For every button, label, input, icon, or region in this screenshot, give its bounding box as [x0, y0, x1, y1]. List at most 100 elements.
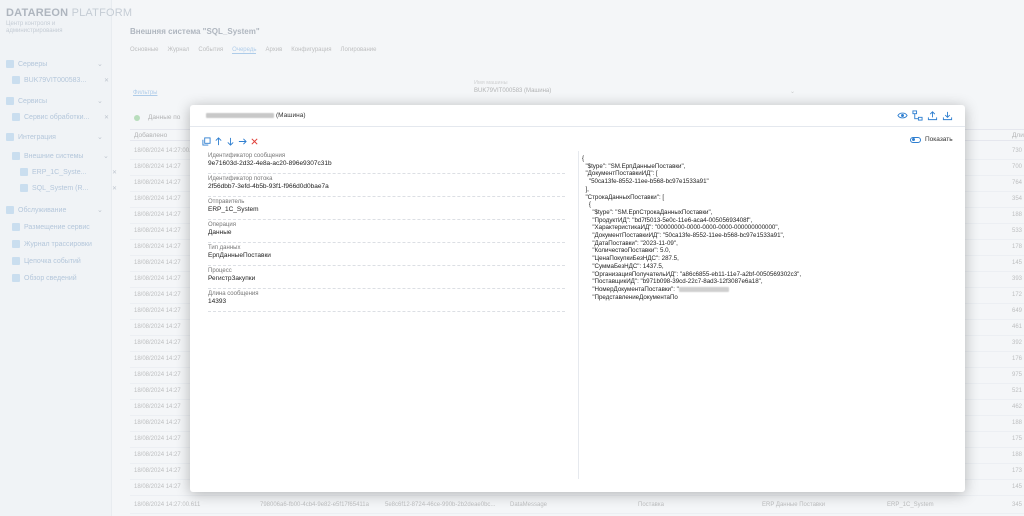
sidebar-group-servers[interactable]: Серверы ⌄: [6, 58, 103, 70]
system-icon: [20, 184, 28, 192]
tab-archive[interactable]: Архив: [265, 47, 282, 54]
sidebar-group-integration[interactable]: Интеграция ⌄: [6, 131, 103, 143]
row-date: 18/08/2024 14:27: [134, 484, 181, 490]
sidebar-group-maintenance[interactable]: Обслуживание ⌄: [6, 204, 103, 216]
services-icon: [6, 97, 14, 105]
json-line: "КоличествоПоставки": 5.0,: [582, 247, 671, 255]
arrow-down-icon[interactable]: [226, 137, 235, 146]
row-date: 18/08/2024 14:27: [134, 468, 181, 474]
row-date: 18/08/2024 14:27: [134, 212, 181, 218]
sidebar-item-service[interactable]: Сервис обработки... ✕: [12, 111, 109, 123]
row-date: 18/08/2024 14:27: [134, 324, 181, 330]
arrow-up-icon[interactable]: [214, 137, 223, 146]
sidebar-group-services[interactable]: Сервисы ⌄: [6, 95, 103, 107]
status-dot-icon: [134, 115, 140, 121]
sidebar-group-external-systems[interactable]: Внешние системы ⌄: [12, 150, 109, 162]
row-date: 18/08/2024 14:27: [134, 340, 181, 346]
sidebar-item-placement[interactable]: Размещение сервис: [12, 221, 90, 233]
tree-icon[interactable]: [912, 110, 923, 121]
service-icon: [12, 113, 20, 121]
chevron-down-icon: ⌄: [97, 207, 103, 214]
json-line: "ДокументПоставкиИД": "50ca13fe-8552-11e…: [582, 232, 785, 240]
json-line: "ПродуктИД": "bd7f5013-5e0c-11e6-aca4-00…: [582, 216, 753, 224]
brand-logo: DATAREON PLATFORM: [6, 7, 133, 19]
redacted-machine-name: [206, 112, 274, 118]
json-line: {: [582, 155, 585, 162]
filters-link[interactable]: Фильтры: [133, 90, 157, 96]
dialog-header-actions: [897, 110, 953, 121]
tab-journal[interactable]: Журнал: [167, 47, 189, 54]
download-icon[interactable]: [942, 110, 953, 121]
tab-events[interactable]: События: [198, 47, 223, 54]
field-process: Процесс РегистрЗакупки: [208, 268, 565, 289]
row-length: 175: [1012, 436, 1023, 442]
copy-icon[interactable]: [202, 137, 211, 146]
tab-main[interactable]: Основные: [130, 47, 158, 54]
row-length: 188: [1012, 452, 1023, 458]
row-length: 145: [1012, 260, 1023, 266]
row-length: 700: [1012, 164, 1023, 170]
tab-queue[interactable]: Очередь: [232, 47, 257, 54]
json-line: "СуммаБезНДС": 1437.5,: [582, 262, 664, 270]
field-data-type: Тип данных ЕрпДанныеПоставки: [208, 245, 565, 266]
row-length: 533: [1012, 228, 1023, 234]
row-length: 764: [1012, 180, 1023, 186]
sidebar-item-trace-log[interactable]: Журнал трассировки: [12, 238, 92, 250]
row-date: 18/08/2024 14:27: [134, 452, 181, 458]
json-line: "ПредставлениеДокументаПо: [582, 293, 678, 301]
view-icon[interactable]: [897, 110, 908, 121]
chain-icon: [12, 257, 20, 265]
chevron-down-icon[interactable]: ⌄: [790, 88, 795, 95]
machine-select[interactable]: BUK79VIT000583 (Машина): [474, 88, 551, 94]
row-date: 18/08/2024 14:27: [134, 388, 181, 394]
show-toggle[interactable]: Показать: [910, 136, 953, 143]
upload-icon[interactable]: [927, 110, 938, 121]
close-icon[interactable]: ✕: [112, 185, 117, 192]
row-date: 18/08/2024 14:27: [134, 420, 181, 426]
row-length: 521: [1012, 388, 1023, 394]
tab-bar: Основные Журнал События Очередь Архив Ко…: [130, 47, 377, 54]
row-date: 18/08/2024 14:27: [134, 436, 181, 442]
json-line: "ОрганизацияПолучательИД": "a86c6855-eb1…: [582, 270, 802, 278]
row-length: 145: [1012, 484, 1023, 490]
sidebar-item-server[interactable]: BUK79VIT000583... ✕: [12, 74, 109, 86]
machine-field-label: Имя машины: [474, 80, 508, 86]
row-date: 18/08/2024 14:27: [134, 372, 181, 378]
tab-configuration[interactable]: Конфигурация: [291, 47, 331, 54]
table-row[interactable]: 18/08/2024 14:27:00.611 798006a6-fb00-4c…: [130, 498, 1024, 514]
redacted-value: [678, 286, 729, 292]
close-icon[interactable]: ✕: [104, 114, 109, 121]
close-icon[interactable]: [250, 137, 259, 146]
row-date: 18/08/2024 14:27: [134, 244, 181, 250]
json-line: "ДокументПоставкиИД": [: [582, 170, 658, 178]
column-header-length[interactable]: Дли: [1012, 132, 1024, 139]
json-line: "ПоставщикИД": "b971b098-39cd-22c7-8ad3-…: [582, 278, 763, 286]
sidebar-item-overview[interactable]: Обзор сведений: [12, 272, 77, 284]
sidebar-item-sql-system[interactable]: SQL_System (R... ✕: [20, 182, 117, 194]
row-length: 462: [1012, 404, 1023, 410]
sidebar: DATAREON PLATFORM Центр контроля и админ…: [0, 0, 132, 516]
message-body-json[interactable]: { "$type": "SM.ЕрпДанныеПоставки", "Доку…: [582, 155, 952, 301]
tab-logging[interactable]: Логирование: [341, 47, 377, 54]
close-icon[interactable]: ✕: [104, 77, 109, 84]
close-icon[interactable]: ✕: [112, 169, 117, 176]
field-message-id: Идентификатор сообщения 9e71603d-2d32-4e8…: [208, 153, 565, 174]
panel-divider: [578, 151, 579, 479]
row-length: 975: [1012, 372, 1023, 378]
dialog-header: (Машина): [190, 105, 965, 127]
json-line: ],: [582, 185, 589, 193]
maintenance-icon: [6, 206, 14, 214]
chevron-down-icon: ⌄: [97, 61, 103, 68]
json-line: "$type": "SM.ЕрпСтрокаДанныхПоставки",: [582, 208, 713, 216]
sidebar-item-erp-system[interactable]: ERP_1C_Syste... ✕: [20, 166, 117, 178]
toggle-switch[interactable]: [910, 136, 921, 143]
arrow-right-icon[interactable]: [238, 137, 247, 146]
message-details-dialog: (Машина) Показать Идентификатор сообщени…: [190, 105, 965, 492]
row-date: 18/08/2024 14:27: [134, 308, 181, 314]
column-header-date[interactable]: Добавлено: [134, 132, 167, 139]
integration-icon: [6, 133, 14, 141]
external-systems-icon: [12, 152, 20, 160]
row-date: 18/08/2024 14:27: [134, 180, 181, 186]
json-line: "50ca13fe-8552-11ee-b568-bc97e1533a91": [582, 178, 709, 186]
sidebar-item-event-chain[interactable]: Цепочка событий: [12, 255, 81, 267]
